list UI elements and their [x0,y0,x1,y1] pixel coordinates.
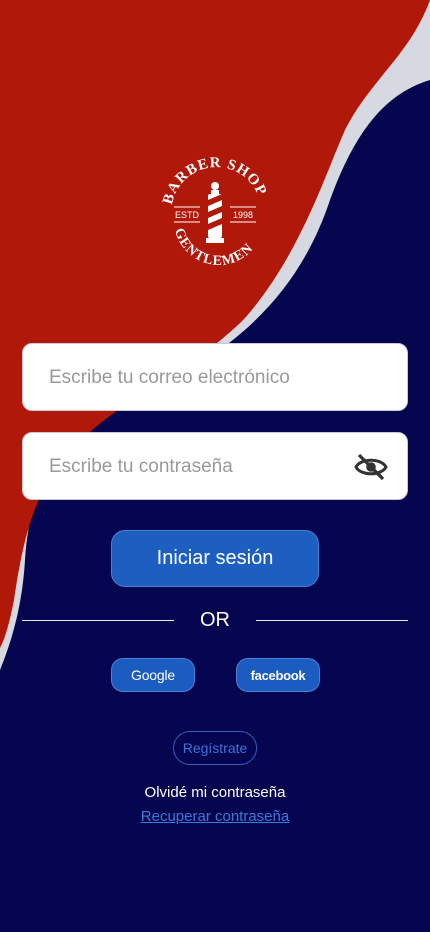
forgot-password-text: Olvidé mi contraseña [144,784,286,801]
logo-year: 1998 [233,210,253,220]
password-input[interactable] [47,433,351,501]
google-login-button[interactable]: Google [111,658,195,692]
divider-left [22,620,174,621]
facebook-login-button[interactable]: facebook [236,658,320,692]
barbershop-logo: BARBER SHOP GENTLEMEN ESTD 1998 [160,155,269,269]
register-button[interactable]: Regístrate [173,731,257,765]
google-label: Google [131,667,175,683]
eye-off-icon[interactable] [353,449,389,485]
divider-label: OR [200,609,230,631]
email-field[interactable] [22,343,408,412]
login-button-label: Iniciar sesión [156,547,274,569]
facebook-label: facebook [250,667,306,683]
password-field[interactable] [22,432,408,501]
logo-estd: ESTD [175,210,200,220]
divider-right [256,620,408,621]
barber-pole-icon [206,182,224,243]
login-button[interactable]: Iniciar sesión [111,530,319,587]
email-input[interactable] [47,344,351,412]
register-label: Regístrate [182,740,248,756]
recover-password-link[interactable]: Recuperar contraseña [0,808,430,825]
